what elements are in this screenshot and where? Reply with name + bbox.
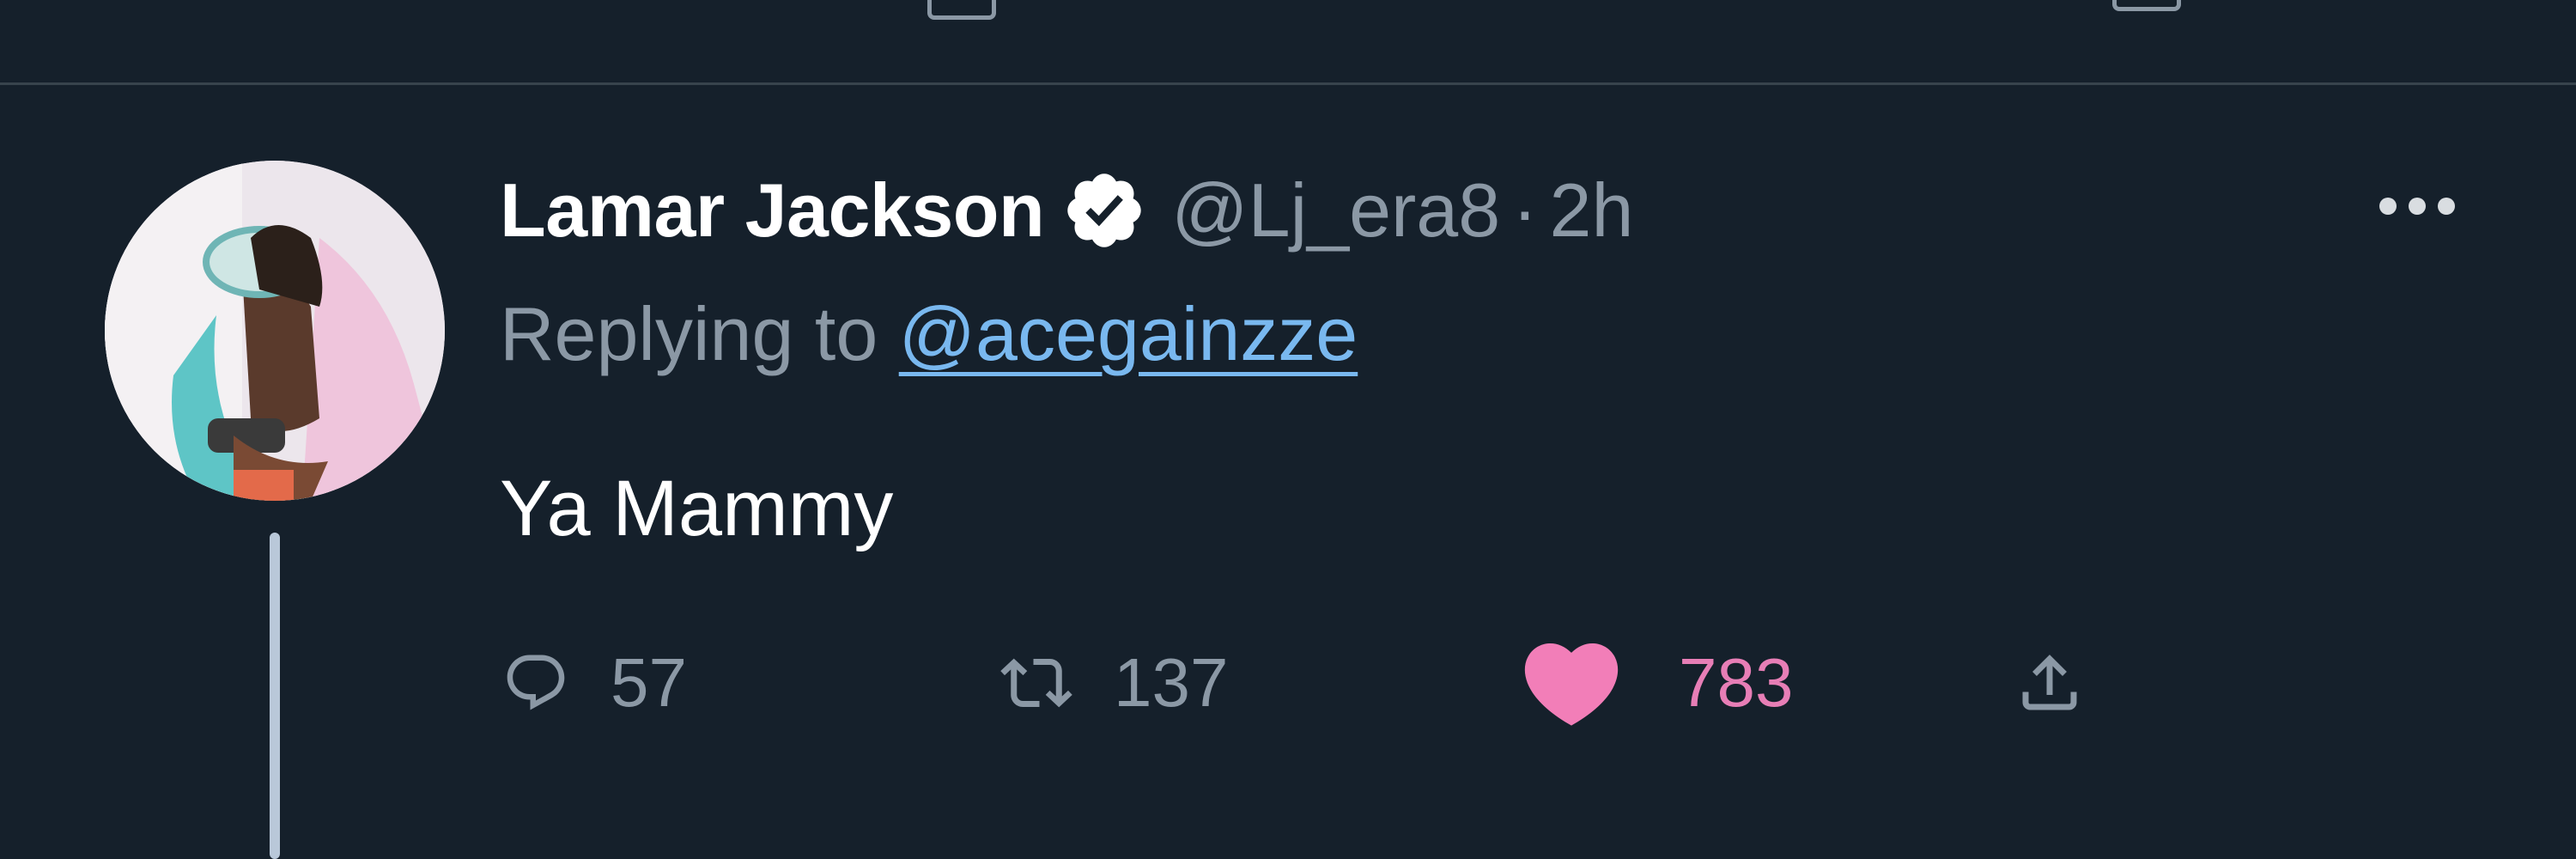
tweet-action-bar: 57 137 783 <box>502 636 2220 730</box>
replying-to-line: Replying to @acegainzze <box>500 290 1358 378</box>
thread-connector-line <box>270 533 280 859</box>
heart-icon <box>1524 643 1619 726</box>
reply-count: 57 <box>611 644 687 721</box>
ellipsis-dot <box>2409 198 2426 215</box>
tweet-text: Ya Mammy <box>500 465 894 552</box>
speech-bubble-icon <box>507 655 565 710</box>
display-name[interactable]: Lamar Jackson <box>500 167 1045 254</box>
previous-tweet-action-bar <box>0 0 2576 82</box>
user-handle[interactable]: @Lj_era8 <box>1171 167 1500 254</box>
ellipsis-dot <box>2438 198 2455 215</box>
retweet-count: 137 <box>1114 644 1229 721</box>
retweet-button[interactable]: 137 <box>1000 636 1228 730</box>
avatar[interactable] <box>105 161 445 501</box>
share-button[interactable] <box>2014 636 2086 730</box>
replying-to-link[interactable]: @acegainzze <box>899 291 1358 376</box>
retweet-arrows-icon <box>1000 658 1072 708</box>
verified-badge-icon <box>1067 174 1142 247</box>
like-count: 783 <box>1679 644 1794 721</box>
timestamp[interactable]: 2h <box>1550 167 1634 254</box>
tweet-screen: Lamar Jackson @Lj_era8 · 2h Replying to … <box>0 0 2576 859</box>
reply-button[interactable]: 57 <box>502 636 687 730</box>
separator-dot: · <box>1512 168 1538 253</box>
more-options-button[interactable] <box>2353 172 2482 241</box>
cut-off-icon <box>2112 0 2181 11</box>
avatar-photo <box>105 161 445 501</box>
ellipsis-icon <box>2379 198 2397 215</box>
tweet-header: Lamar Jackson @Lj_era8 · 2h <box>500 163 1633 258</box>
cut-off-icon <box>927 0 996 20</box>
share-upload-icon <box>2022 655 2077 710</box>
replying-prefix: Replying to <box>500 291 899 376</box>
like-button[interactable]: 783 <box>1516 636 1793 730</box>
divider <box>0 82 2576 85</box>
